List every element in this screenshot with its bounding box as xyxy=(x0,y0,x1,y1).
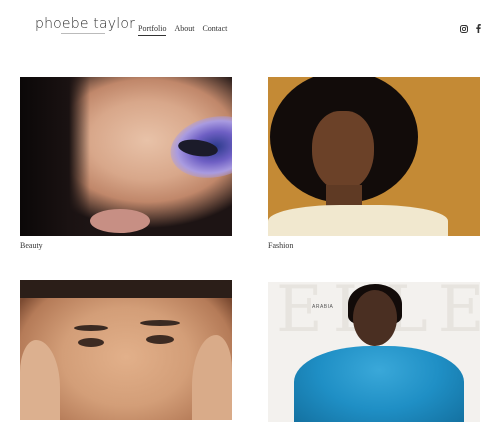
logo-text: phoebe taylor xyxy=(35,16,136,32)
eyebrow xyxy=(74,325,108,331)
tile-caption-beauty[interactable]: Beauty xyxy=(20,241,43,250)
photo-shadow xyxy=(20,77,90,236)
site-logo[interactable]: phoebe taylor xyxy=(35,17,135,36)
instagram-icon[interactable] xyxy=(460,24,468,33)
magazine-edition: ARABIA xyxy=(312,304,334,310)
main-nav: Portfolio About Contact xyxy=(138,24,227,36)
social-links xyxy=(460,24,481,33)
nav-about[interactable]: About xyxy=(174,24,194,36)
lips xyxy=(90,209,150,233)
face xyxy=(312,111,374,191)
portfolio-tile-skin[interactable] xyxy=(20,280,232,420)
hand xyxy=(192,335,232,420)
portfolio-tile-fashion[interactable] xyxy=(268,77,480,236)
nav-portfolio[interactable]: Portfolio xyxy=(138,24,167,36)
facebook-icon[interactable] xyxy=(476,24,481,33)
hand xyxy=(20,340,60,420)
eye xyxy=(146,335,174,344)
portfolio-tile-magazine[interactable]: ELLE ARABIA xyxy=(268,282,480,422)
eyebrow xyxy=(140,320,180,326)
coat xyxy=(268,205,448,236)
face xyxy=(353,290,397,346)
nav-contact[interactable]: Contact xyxy=(202,24,227,36)
hairline xyxy=(20,280,232,298)
logo-underline xyxy=(61,33,105,36)
portfolio-tile-beauty[interactable] xyxy=(20,77,232,236)
eye xyxy=(78,338,104,347)
blue-fur-coat xyxy=(294,346,464,422)
tile-caption-fashion[interactable]: Fashion xyxy=(268,241,293,250)
